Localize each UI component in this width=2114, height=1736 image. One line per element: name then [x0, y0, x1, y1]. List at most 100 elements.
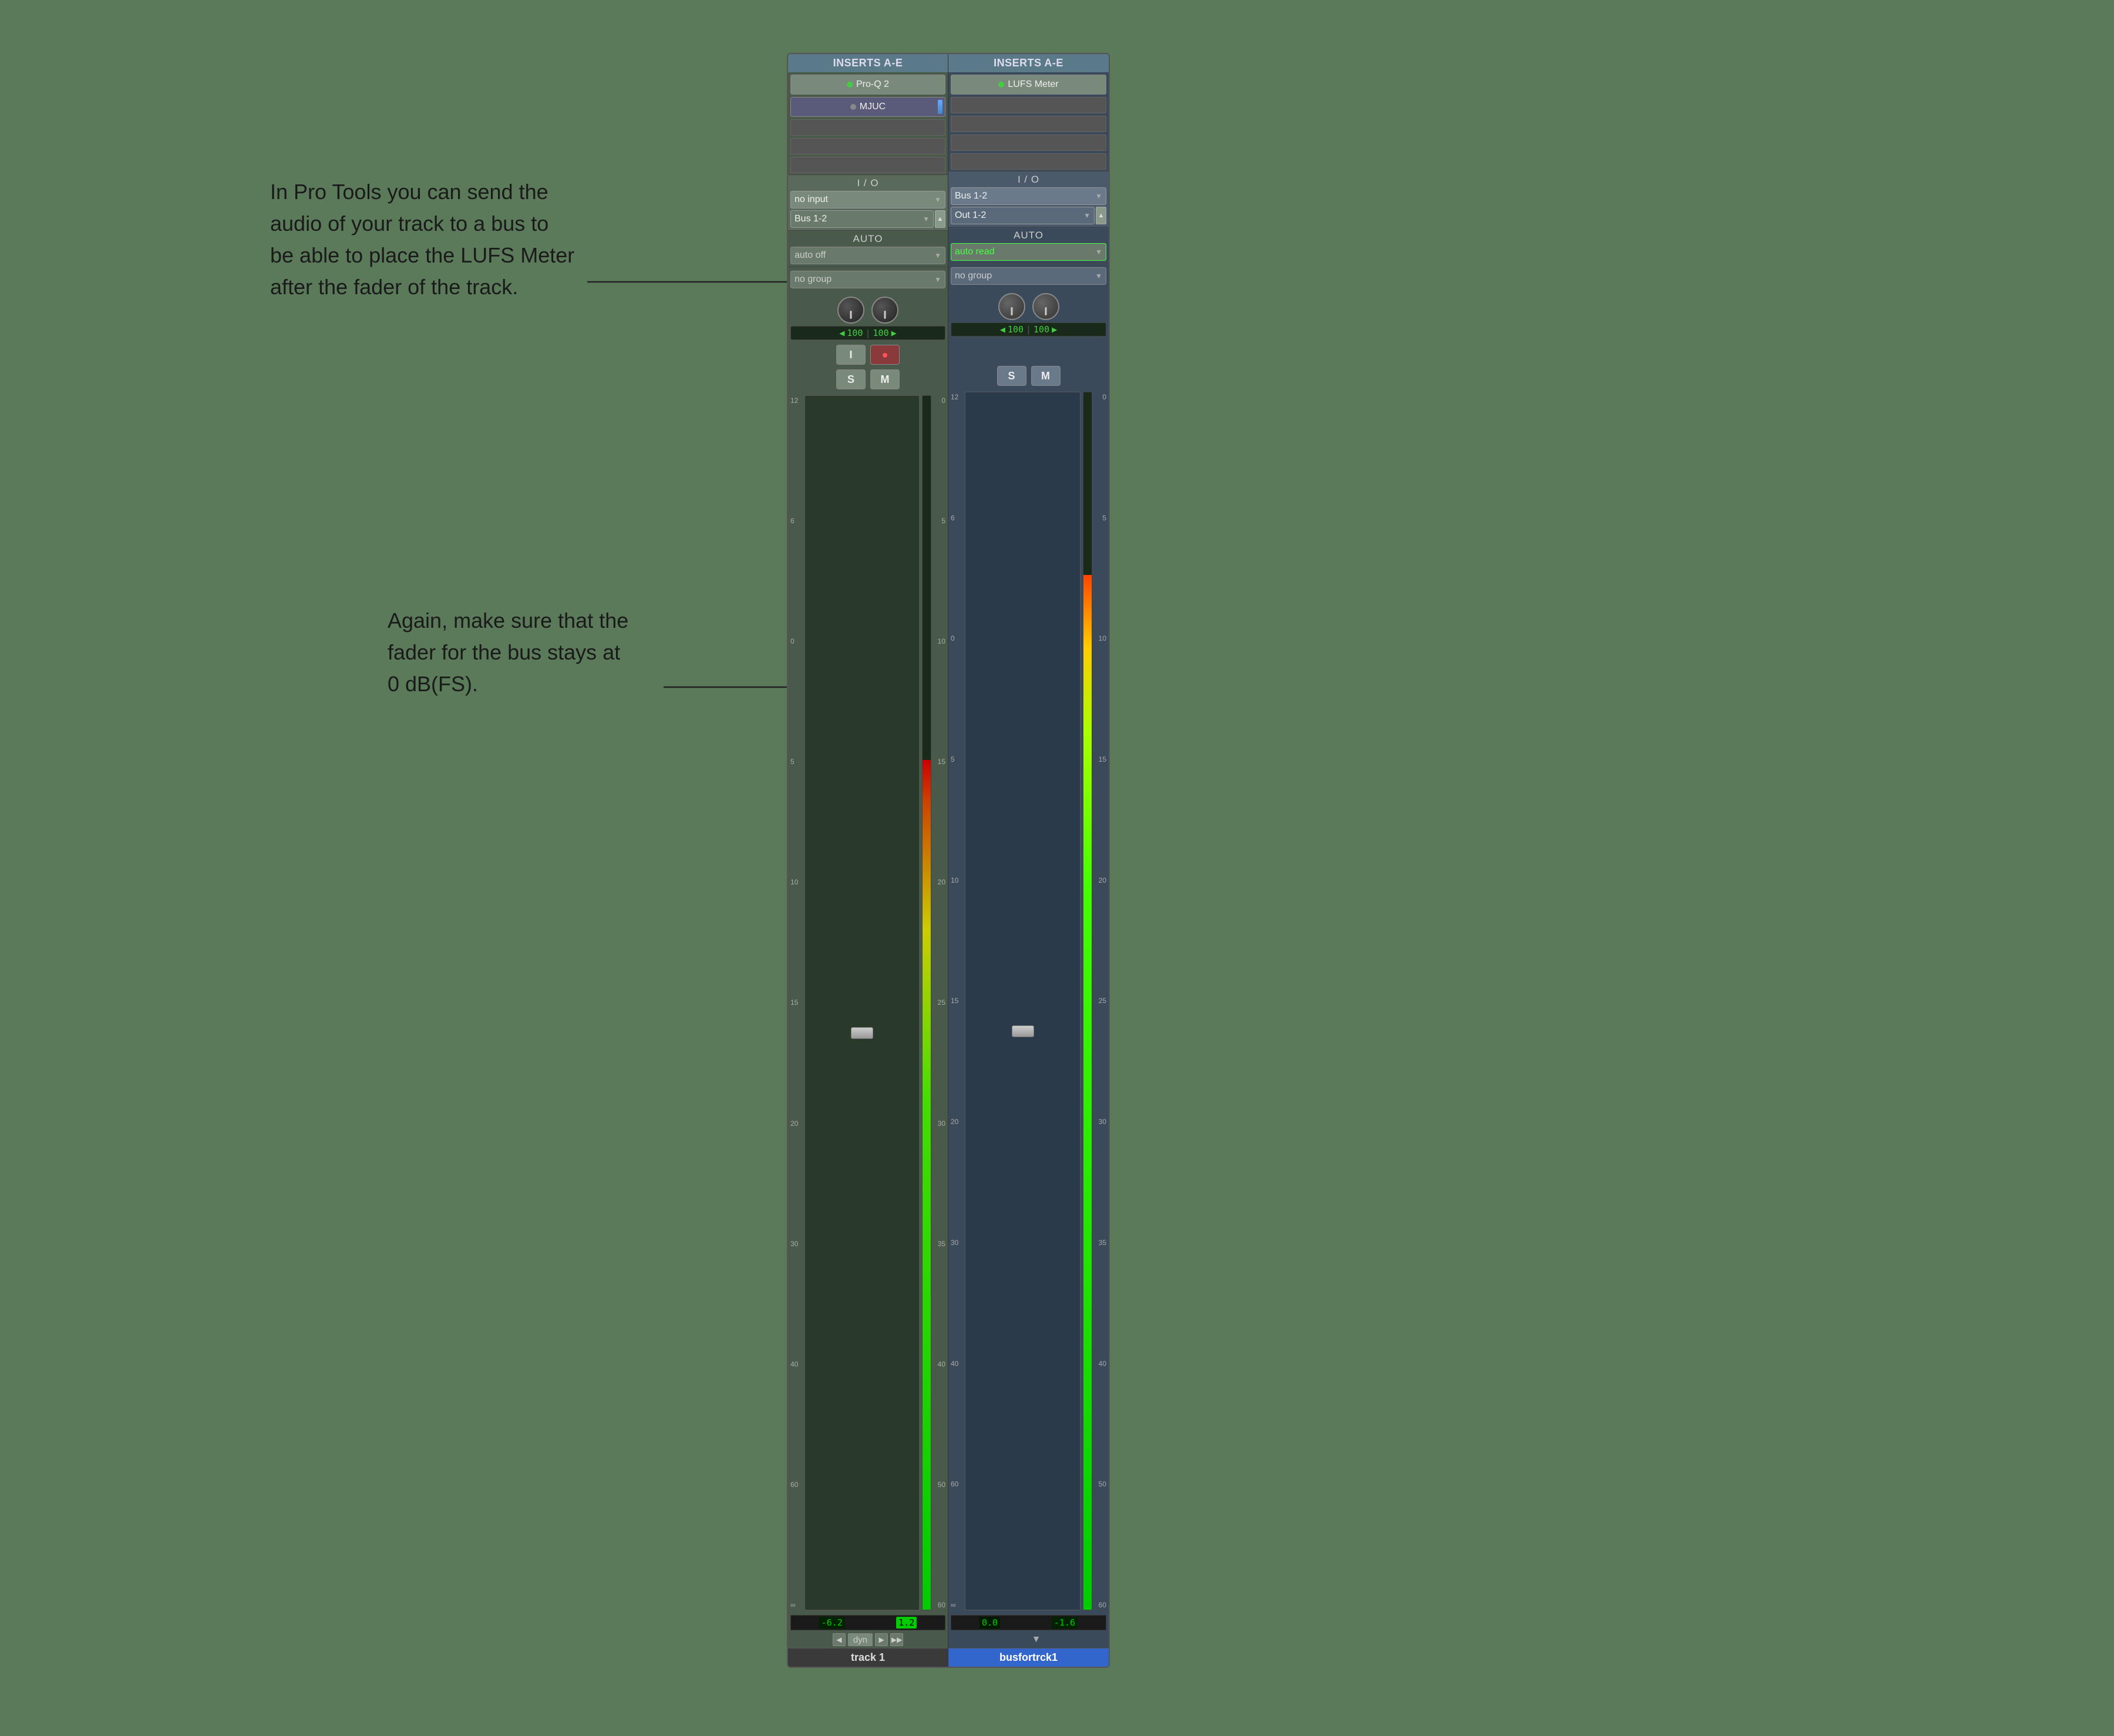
track1-channel-strip: INSERTS A-E Pro-Q 2 MJUC I / O no input …: [788, 54, 948, 1667]
track1-auto-value: auto off: [795, 250, 826, 261]
track1-mute-label: M: [881, 374, 890, 386]
track1-insert1-label: Pro-Q 2: [856, 79, 889, 90]
track1-output-side-btn[interactable]: ▲: [935, 210, 945, 228]
track1-output-row: Bus 1-2 ▼ ▲: [790, 210, 945, 228]
bus1-knobs-row: [996, 288, 1062, 322]
bus1-rscale-20: 20: [1095, 876, 1106, 884]
track1-pan-right-knob[interactable]: [871, 297, 898, 324]
track1-transport-left[interactable]: ◀: [833, 1633, 846, 1646]
bus1-meter-fill: [1083, 575, 1092, 1610]
track1-rscale-10: 10: [934, 637, 945, 645]
track1-output-dropdown[interactable]: Bus 1-2 ▼: [790, 210, 934, 228]
track1-insert2-dot: [850, 104, 856, 110]
track1-rscale-0: 0: [934, 396, 945, 405]
track1-scale-inf: ∞: [790, 1601, 802, 1609]
track1-rscale-5: 5: [934, 517, 945, 525]
bus1-level-right: -1.6: [1052, 1617, 1078, 1629]
bus1-rscale-25: 25: [1095, 997, 1106, 1005]
track1-scale-5: 5: [790, 758, 802, 766]
track1-scale-10: 10: [790, 878, 802, 886]
bus1-output-value: Out 1-2: [955, 210, 986, 221]
track1-insert-2[interactable]: MJUC: [790, 97, 945, 117]
track1-insert-3: [790, 119, 945, 136]
track1-name: track 1: [788, 1648, 948, 1667]
track1-transport-right1[interactable]: ▶: [875, 1633, 888, 1646]
track1-auto-section: AUTO auto off ▼: [788, 230, 948, 267]
bus1-insert-1[interactable]: LUFS Meter: [951, 75, 1106, 95]
bus1-rscale-35: 35: [1095, 1239, 1106, 1247]
bus1-name: busfortrck1: [948, 1648, 1109, 1667]
bus1-scale-0: 0: [951, 634, 962, 642]
track1-knobs-row: [835, 292, 901, 326]
track1-input-dropdown[interactable]: no input ▼: [790, 191, 945, 208]
bus1-auto-arrow: ▼: [1095, 248, 1102, 256]
track1-meter-fill: [923, 760, 931, 1610]
track1-input-value: no input: [795, 194, 828, 205]
bus1-output-side-btn[interactable]: ▲: [1096, 207, 1106, 224]
bus1-fader-track[interactable]: [965, 392, 1080, 1610]
bus1-fader-handle[interactable]: [1012, 1025, 1034, 1037]
bus1-output-arrow: ▼: [1083, 211, 1090, 220]
track1-io-section: I / O no input ▼ Bus 1-2 ▼ ▲: [788, 174, 948, 230]
track1-pan-left-val: ◀: [839, 328, 844, 338]
track1-fader-track[interactable]: [804, 395, 920, 1610]
track1-insert-1[interactable]: Pro-Q 2: [790, 75, 945, 95]
bus1-rscale-10: 10: [1095, 634, 1106, 642]
bus1-insert-3: [951, 116, 1106, 132]
bus1-scale-15: 15: [951, 997, 962, 1005]
track1-auto-dropdown[interactable]: auto off ▼: [790, 247, 945, 264]
track1-record-button[interactable]: ●: [870, 345, 900, 365]
track1-scale-0: 0: [790, 637, 802, 645]
bus1-scale-6: 6: [951, 514, 962, 522]
bus1-scale-5: 5: [951, 755, 962, 763]
bus1-mute-button[interactable]: M: [1031, 366, 1061, 386]
bus1-rscale-0: 0: [1095, 393, 1106, 401]
bus1-level-left: 0.0: [979, 1617, 1000, 1629]
track1-dyn-btn[interactable]: dyn: [848, 1633, 873, 1646]
bus1-scale-12: 12: [951, 393, 962, 401]
bus1-auto-section: AUTO auto read ▼: [948, 227, 1109, 263]
track1-mjuc-bar: [938, 100, 942, 114]
bus1-scale-inf: ∞: [951, 1601, 962, 1609]
track1-group-value: no group: [795, 274, 832, 285]
bus1-scale-10: 10: [951, 876, 962, 884]
bus1-solo-button[interactable]: S: [997, 366, 1026, 386]
bus1-group-dropdown[interactable]: no group ▼: [951, 267, 1106, 285]
track1-rscale-15: 15: [934, 758, 945, 766]
track1-transport-row: ◀ dyn ▶ ▶▶: [788, 1631, 948, 1648]
bus1-pan-right-knob[interactable]: [1032, 293, 1059, 320]
bus1-transport-spacer: [1015, 1633, 1028, 1646]
track1-input-button[interactable]: I: [836, 345, 866, 365]
track1-group-dropdown[interactable]: no group ▼: [790, 271, 945, 288]
track1-vol-display: ◀ 100 | 100 ▶: [790, 326, 945, 340]
track1-meter: [922, 395, 931, 1610]
bus1-insert-4: [951, 134, 1106, 151]
track1-transport-right2[interactable]: ▶▶: [890, 1633, 903, 1646]
track1-scale-20: 20: [790, 1119, 802, 1128]
bus1-channel-strip: INSERTS A-E LUFS Meter I / O Bus 1-2 ▼ O: [948, 54, 1109, 1667]
bus1-level-display: 0.0 -1.6: [951, 1615, 1106, 1630]
bus1-input-dropdown[interactable]: Bus 1-2 ▼: [951, 187, 1106, 205]
track1-solo-button[interactable]: S: [836, 369, 866, 389]
bus1-group-value: no group: [955, 271, 992, 281]
bus1-inserts-header: INSERTS A-E: [948, 54, 1109, 72]
track1-auto-arrow: ▼: [934, 251, 941, 260]
track1-level-right: 1.2: [896, 1617, 917, 1629]
track1-scale-12: 12: [790, 396, 802, 405]
bus1-output-dropdown[interactable]: Out 1-2 ▼: [951, 207, 1095, 224]
track1-scale-40: 40: [790, 1360, 802, 1368]
bus1-auto-dropdown[interactable]: auto read ▼: [951, 243, 1106, 261]
track1-vol-left: 100: [847, 328, 863, 338]
track1-mute-button[interactable]: M: [870, 369, 900, 389]
bus1-rscale-30: 30: [1095, 1118, 1106, 1126]
track1-fader-handle[interactable]: [851, 1027, 873, 1039]
track1-vol-right: 100: [873, 328, 889, 338]
bus1-transport-row: ▼: [948, 1631, 1109, 1648]
track1-solo-label: S: [847, 374, 854, 386]
bus1-vol-left: 100: [1008, 324, 1024, 335]
bus1-vol-display: ◀ 100 | 100 ▶: [951, 322, 1106, 337]
bus1-rscale-40: 40: [1095, 1360, 1106, 1368]
bus1-insert1-label: LUFS Meter: [1008, 79, 1058, 90]
bus1-pan-left-knob[interactable]: [998, 293, 1025, 320]
track1-pan-left-knob[interactable]: [837, 297, 864, 324]
